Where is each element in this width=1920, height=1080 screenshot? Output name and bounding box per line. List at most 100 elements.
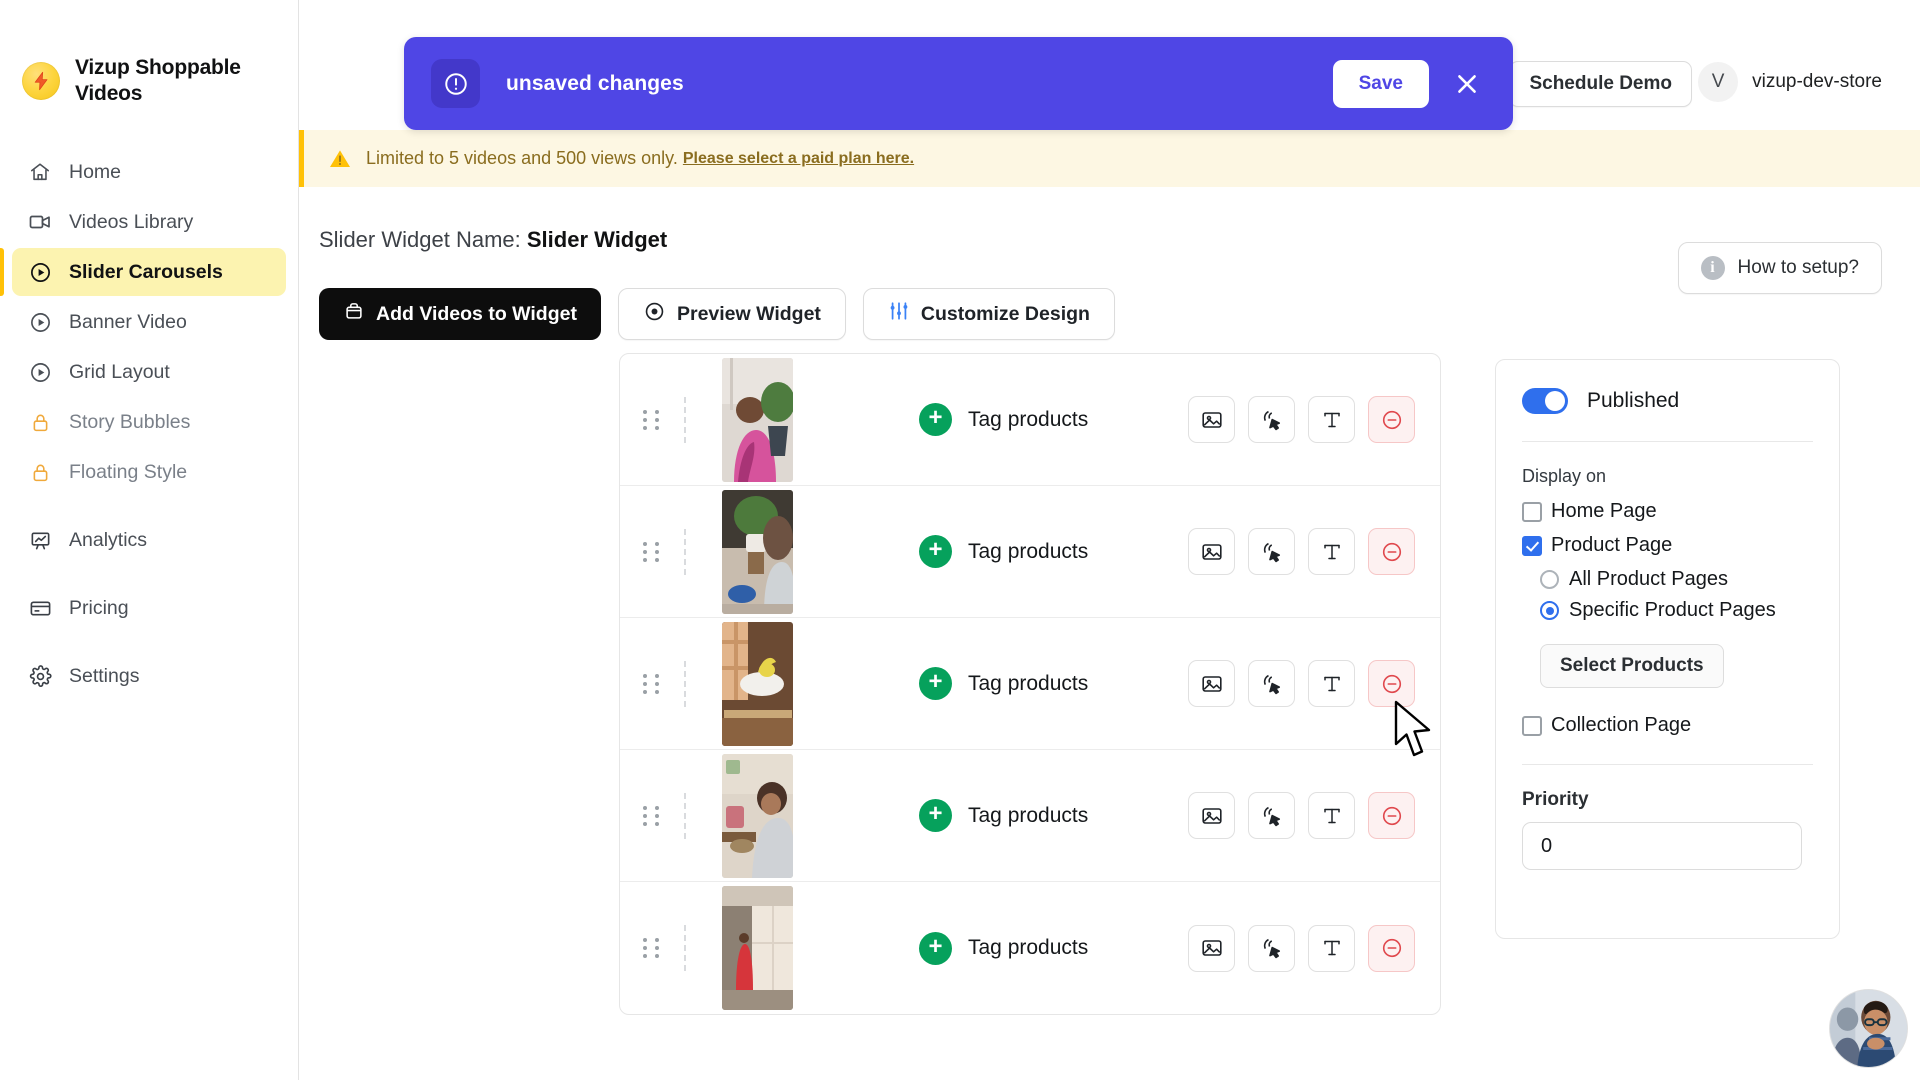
text-icon[interactable]	[1308, 924, 1355, 972]
text-icon[interactable]	[1308, 792, 1355, 839]
table-row[interactable]: + Tag products	[620, 486, 1440, 618]
sidebar-item-slider-carousels[interactable]: Slider Carousels	[0, 248, 286, 297]
sidebar-item-story-bubbles[interactable]: Story Bubbles	[12, 398, 286, 446]
row-action-icons	[1188, 792, 1415, 839]
text-icon[interactable]	[1308, 396, 1355, 443]
row-divider	[684, 792, 686, 839]
tag-products-control[interactable]: + Tag products	[919, 667, 1088, 700]
drag-dots-icon[interactable]	[620, 409, 684, 430]
row-action-icons	[1188, 396, 1415, 443]
widget-settings-panel: Published Display on Home Page Product P…	[1495, 359, 1840, 939]
box-icon	[343, 300, 365, 328]
product-page-radio-group: All Product Pages Specific Product Pages	[1540, 568, 1813, 622]
sidebar-item-analytics[interactable]: Analytics	[12, 516, 286, 564]
main-content: Slider Widget Name: Slider Widget Add Vi…	[299, 187, 1920, 1080]
remove-circle-icon[interactable]	[1368, 660, 1415, 707]
plus-icon[interactable]: +	[919, 535, 952, 568]
table-row[interactable]: + Tag products	[620, 354, 1440, 486]
tag-products-control[interactable]: + Tag products	[919, 535, 1088, 568]
how-to-setup-button[interactable]: i How to setup?	[1677, 242, 1882, 294]
text-icon[interactable]	[1308, 528, 1355, 575]
drag-dots-icon[interactable]	[620, 938, 684, 958]
checkbox-box[interactable]	[1522, 501, 1542, 522]
drag-dots-icon[interactable]	[620, 541, 684, 562]
remove-circle-icon[interactable]	[1368, 792, 1415, 839]
add-videos-to-widget-button[interactable]: Add Videos to Widget	[319, 288, 601, 340]
remove-circle-icon[interactable]	[1368, 924, 1415, 972]
video-thumbnail[interactable]	[722, 621, 793, 746]
select-products-button[interactable]: Select Products	[1540, 644, 1724, 688]
plus-icon[interactable]: +	[919, 403, 952, 436]
play-circle-icon	[28, 260, 52, 284]
priority-input[interactable]	[1522, 822, 1802, 870]
sidebar-item-settings[interactable]: Settings	[12, 652, 286, 700]
video-thumbnail[interactable]	[722, 357, 793, 482]
click-cursor-icon[interactable]	[1248, 660, 1295, 707]
checkbox-collection-page[interactable]: Collection Page	[1522, 714, 1813, 737]
store-account-chip[interactable]: V vizup-dev-store	[1698, 62, 1882, 102]
tag-products-label: Tag products	[968, 539, 1089, 563]
preview-widget-button[interactable]: Preview Widget	[617, 288, 846, 340]
sidebar-item-home[interactable]: Home	[12, 148, 286, 196]
checkbox-box[interactable]	[1522, 715, 1542, 736]
video-thumbnail[interactable]	[722, 489, 793, 614]
checkbox-home-page[interactable]: Home Page	[1522, 500, 1813, 523]
warning-text: Limited to 5 videos and 500 views only.	[366, 148, 678, 168]
click-cursor-icon[interactable]	[1248, 528, 1295, 575]
drag-dots-icon[interactable]	[620, 805, 684, 826]
image-icon[interactable]	[1188, 396, 1235, 443]
app-root: Vizup Shoppable Videos Home Videos Libra…	[0, 0, 1920, 1080]
radio-specific-product-pages[interactable]: Specific Product Pages	[1540, 599, 1813, 622]
video-thumbnail[interactable]	[722, 753, 793, 878]
close-icon[interactable]	[1439, 56, 1495, 112]
sidebar-item-floating-style[interactable]: Floating Style	[12, 448, 286, 496]
image-icon[interactable]	[1188, 792, 1235, 839]
click-cursor-icon[interactable]	[1248, 396, 1295, 443]
tag-products-control[interactable]: + Tag products	[919, 403, 1088, 436]
click-cursor-icon[interactable]	[1248, 924, 1295, 972]
sidebar-item-grid-layout[interactable]: Grid Layout	[12, 348, 286, 396]
customize-design-button[interactable]: Customize Design	[862, 288, 1115, 340]
checkbox-label: Collection Page	[1551, 714, 1692, 736]
text-icon[interactable]	[1308, 660, 1355, 707]
image-icon[interactable]	[1188, 660, 1235, 707]
table-row[interactable]: + Tag products	[620, 618, 1440, 750]
checkbox-box[interactable]	[1522, 535, 1542, 556]
drag-dots-icon[interactable]	[620, 673, 684, 694]
plus-icon[interactable]: +	[919, 799, 952, 832]
click-cursor-icon[interactable]	[1248, 792, 1295, 839]
store-initial: V	[1711, 71, 1725, 92]
radio-box[interactable]	[1540, 601, 1559, 620]
remove-circle-icon[interactable]	[1368, 528, 1415, 575]
image-icon[interactable]	[1188, 528, 1235, 575]
table-row[interactable]: + Tag products	[620, 882, 1440, 1014]
tag-products-label: Tag products	[968, 803, 1089, 827]
save-button[interactable]: Save	[1332, 59, 1429, 108]
paid-plan-link[interactable]: Please select a paid plan here.	[683, 150, 914, 168]
sidebar-item-banner-video[interactable]: Banner Video	[12, 298, 286, 346]
radio-box[interactable]	[1540, 570, 1559, 589]
video-thumbnail[interactable]	[722, 886, 793, 1010]
tag-products-control[interactable]: + Tag products	[919, 931, 1088, 965]
tag-products-control[interactable]: + Tag products	[919, 799, 1088, 832]
eye-icon	[643, 300, 666, 329]
row-action-icons	[1188, 660, 1415, 707]
sidebar-item-videos-library[interactable]: Videos Library	[12, 198, 286, 246]
schedule-demo-button[interactable]: Schedule Demo	[1509, 61, 1692, 107]
table-row[interactable]: + Tag products	[620, 750, 1440, 882]
plus-icon[interactable]: +	[919, 931, 952, 965]
image-icon[interactable]	[1188, 924, 1235, 972]
remove-circle-icon[interactable]	[1368, 396, 1415, 443]
published-toggle[interactable]	[1522, 388, 1568, 414]
widget-name-value: Slider Widget	[526, 227, 668, 252]
radio-all-product-pages[interactable]: All Product Pages	[1540, 568, 1813, 591]
plus-icon[interactable]: +	[919, 667, 952, 700]
row-action-icons	[1188, 528, 1415, 575]
sidebar-item-pricing[interactable]: Pricing	[12, 584, 286, 632]
row-divider	[684, 925, 686, 971]
sidebar-item-label: Pricing	[69, 596, 129, 619]
checkbox-product-page[interactable]: Product Page	[1522, 534, 1813, 557]
chat-support-avatar[interactable]	[1829, 989, 1908, 1068]
